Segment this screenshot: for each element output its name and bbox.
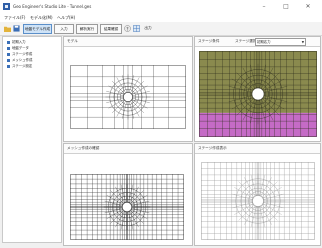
tree-item-label: ステージ設定 [12, 64, 33, 68]
maximize-button[interactable]: □ [278, 2, 294, 11]
chevron-down-icon: ▼ [301, 40, 304, 44]
stage-result-pane: ステージ作成表示 [194, 143, 321, 246]
window-title: Geo Engineer's Studio Lite - Tunnel.ges [13, 4, 92, 9]
pane-header: ステージ条件 ステージ選択 初期応力 ▼ [195, 37, 320, 47]
navigation-tree: 初期入力 地盤データ ステージ作成 メッシュ作成 ステージ設定 [2, 36, 62, 243]
pane-header: ステージ作成表示 [195, 144, 320, 154]
tree-item-initial-input[interactable]: 初期入力 [7, 40, 26, 45]
stage-pane: ステージ条件 ステージ選択 初期応力 ▼ [194, 36, 321, 142]
mesh-pane: メッシュ作成の確認 [63, 143, 193, 246]
model-pane: モデル [63, 36, 193, 142]
node-icon [7, 52, 10, 56]
run-analysis-button[interactable]: 解析実行 [76, 24, 98, 34]
pane-header: モデル [64, 37, 192, 47]
toolbar: 地盤モデル作成 入力 解析実行 結果確認 ? 出力 [0, 22, 322, 36]
pane-title: モデル [67, 39, 78, 43]
pane-header: メッシュ作成の確認 [64, 144, 192, 154]
tree-item-label: ステージ作成 [12, 52, 33, 56]
node-icon [7, 64, 10, 68]
stage-canvas[interactable] [199, 51, 317, 137]
app-icon [3, 3, 10, 10]
tree-item-mesh-create[interactable]: メッシュ作成 [7, 58, 32, 63]
node-icon [7, 58, 10, 62]
stage-select-label: ステージ選択 [235, 39, 257, 43]
folder-icon[interactable] [4, 25, 11, 32]
mesh-canvas[interactable] [70, 174, 184, 240]
pane-title: ステージ条件 [198, 39, 220, 43]
tree-item-stage-create[interactable]: ステージ作成 [7, 52, 32, 57]
stage-result-canvas[interactable] [201, 162, 315, 240]
tree-item-stage-setting[interactable]: ステージ設定 [7, 64, 32, 69]
pane-title: メッシュ作成の確認 [67, 146, 100, 150]
menu-bar: ファイル(F) モデル化(M) ヘルプ(H) [0, 13, 322, 22]
menu-help[interactable]: ヘルプ(H) [57, 15, 75, 21]
stage-select-dropdown[interactable]: 初期応力 ▼ [255, 38, 306, 46]
stage-select-value: 初期応力 [257, 40, 271, 44]
tree-item-label: メッシュ作成 [12, 58, 33, 62]
node-icon [7, 46, 10, 50]
input-button[interactable]: 入力 [54, 24, 74, 34]
title-bar: Geo Engineer's Studio Lite - Tunnel.ges … [0, 0, 322, 13]
close-button[interactable]: ✕ [300, 2, 316, 11]
app-window: Geo Engineer's Studio Lite - Tunnel.ges … [0, 0, 322, 248]
menu-file[interactable]: ファイル(F) [4, 15, 25, 21]
check-results-button[interactable]: 結果確認 [100, 24, 122, 34]
model-canvas[interactable] [70, 65, 186, 129]
tree-item-ground-data[interactable]: 地盤データ [7, 46, 29, 51]
pane-title: ステージ作成表示 [198, 146, 227, 150]
output-button[interactable]: 出力 [142, 24, 154, 32]
grid-icon[interactable] [133, 25, 140, 32]
build-model-button[interactable]: 地盤モデル作成 [23, 24, 52, 34]
node-icon [7, 40, 10, 44]
menu-model[interactable]: モデル化(M) [30, 15, 53, 21]
tree-item-label: 初期入力 [12, 40, 26, 44]
tree-item-label: 地盤データ [12, 46, 29, 50]
minimize-button[interactable]: – [256, 2, 272, 11]
save-icon[interactable] [13, 25, 20, 32]
help-icon[interactable]: ? [124, 25, 131, 32]
